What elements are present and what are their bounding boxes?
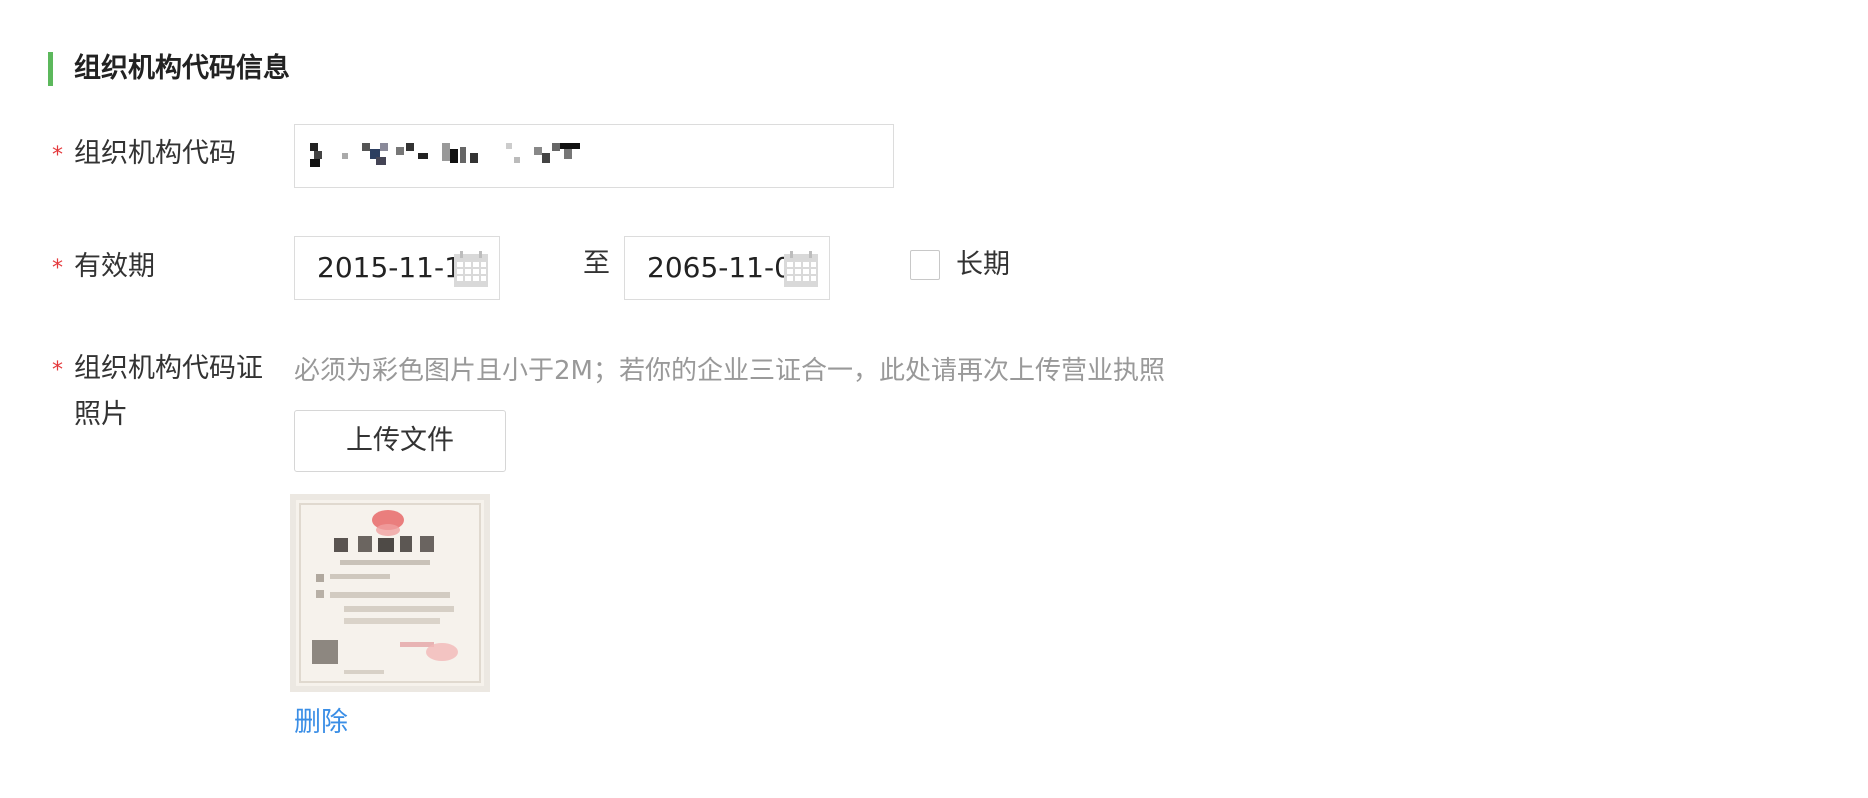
delete-link[interactable]: 删除	[294, 703, 348, 743]
calendar-icon[interactable]	[784, 251, 818, 287]
validity-label: 有效期	[74, 251, 155, 282]
required-mark: *	[52, 256, 63, 281]
upload-hint: 必须为彩色图片且小于2M；若你的企业三证合一，此处请再次上传营业执照	[294, 356, 1165, 386]
long-term-label: 长期	[956, 249, 1010, 280]
certificate-label-line2: 照片	[74, 399, 128, 430]
section-accent-bar	[48, 52, 53, 86]
certificate-thumbnail[interactable]	[290, 494, 490, 692]
required-mark: *	[52, 143, 63, 168]
long-term-checkbox[interactable]	[910, 250, 940, 280]
required-mark: *	[52, 358, 63, 383]
org-code-label: 组织机构代码	[74, 138, 236, 169]
end-date-input[interactable]: 2065-11-09	[624, 236, 830, 300]
start-date-input[interactable]: 2015-11-10	[294, 236, 500, 300]
calendar-icon[interactable]	[454, 251, 488, 287]
section-title: 组织机构代码信息	[74, 53, 290, 84]
upload-file-button[interactable]: 上传文件	[294, 410, 506, 472]
certificate-label-line1: 组织机构代码证	[74, 353, 263, 384]
org-code-value-redacted	[310, 143, 620, 169]
date-range-separator: 至	[583, 248, 610, 279]
